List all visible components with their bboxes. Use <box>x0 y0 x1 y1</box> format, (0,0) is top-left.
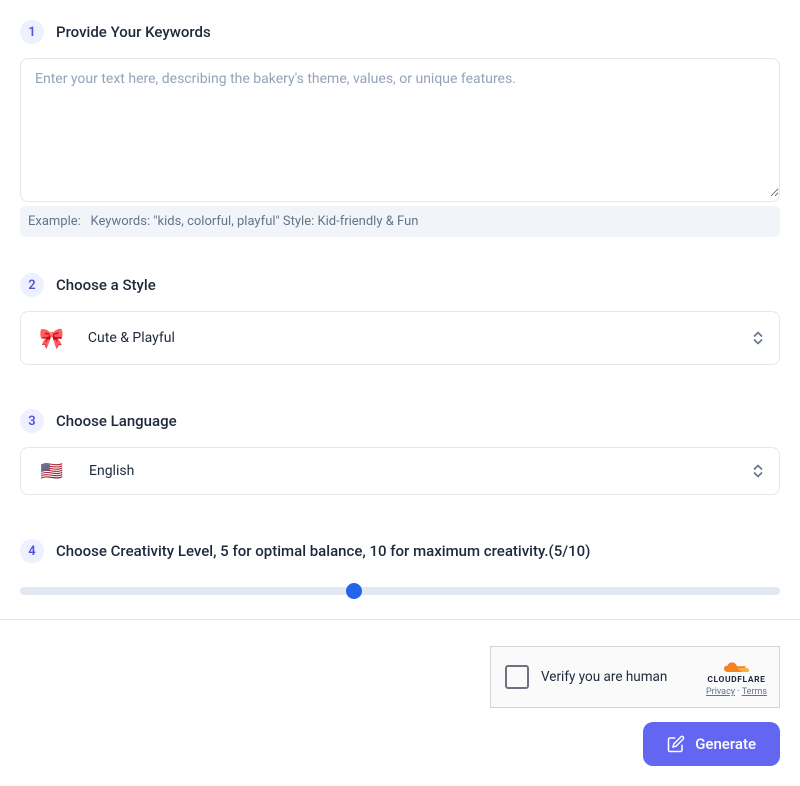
bottom-area: Verify you are human CLOUDFLARE Privacy … <box>20 646 780 766</box>
step-number-3: 3 <box>20 409 44 433</box>
us-flag-icon: 🇺🇸 <box>39 462 65 480</box>
captcha-text: Verify you are human <box>541 669 667 685</box>
keywords-input[interactable] <box>21 59 779 197</box>
step-4-title: Choose Creativity Level, 5 for optimal b… <box>56 542 590 560</box>
style-select[interactable]: 🎀 Cute & Playful <box>20 311 780 365</box>
chevron-up-down-icon <box>753 332 763 345</box>
step-3-header: 3 Choose Language <box>20 409 780 433</box>
captcha-widget[interactable]: Verify you are human CLOUDFLARE Privacy … <box>490 646 780 708</box>
step-2-header: 2 Choose a Style <box>20 273 780 297</box>
bow-icon: 🎀 <box>39 326 64 350</box>
language-select[interactable]: 🇺🇸 English <box>20 447 780 495</box>
step-2-title: Choose a Style <box>56 276 156 294</box>
step-1-title: Provide Your Keywords <box>56 23 211 41</box>
privacy-link[interactable]: Privacy <box>706 687 735 697</box>
step-4-header: 4 Choose Creativity Level, 5 for optimal… <box>20 539 780 563</box>
language-selected-label: English <box>89 463 134 479</box>
captcha-checkbox[interactable] <box>505 665 529 689</box>
link-dot: · <box>737 687 739 697</box>
example-prefix: Example: <box>28 214 81 229</box>
chevron-up-down-icon <box>753 465 763 478</box>
creativity-slider[interactable] <box>20 587 780 595</box>
step-3-title: Choose Language <box>56 412 177 430</box>
step-number-4: 4 <box>20 539 44 563</box>
style-selected-label: Cute & Playful <box>88 330 175 346</box>
step-number-1: 1 <box>20 20 44 44</box>
generate-button[interactable]: Generate <box>643 722 780 766</box>
cloudflare-wordmark: CLOUDFLARE <box>707 675 765 685</box>
example-text: Keywords: "kids, colorful, playful" Styl… <box>91 214 419 229</box>
keywords-textarea-wrap <box>20 58 780 202</box>
step-number-2: 2 <box>20 273 44 297</box>
terms-link[interactable]: Terms <box>742 687 767 697</box>
captcha-links: Privacy · Terms <box>706 687 767 697</box>
captcha-brand: CLOUDFLARE Privacy · Terms <box>706 661 767 697</box>
generate-label: Generate <box>695 735 756 753</box>
slider-thumb[interactable] <box>346 583 362 599</box>
example-bar: Example: Keywords: "kids, colorful, play… <box>20 206 780 237</box>
edit-icon <box>667 735 685 753</box>
step-1-header: 1 Provide Your Keywords <box>20 20 780 44</box>
slider-track <box>20 587 780 595</box>
cloudflare-icon <box>722 661 750 675</box>
divider <box>0 619 800 620</box>
